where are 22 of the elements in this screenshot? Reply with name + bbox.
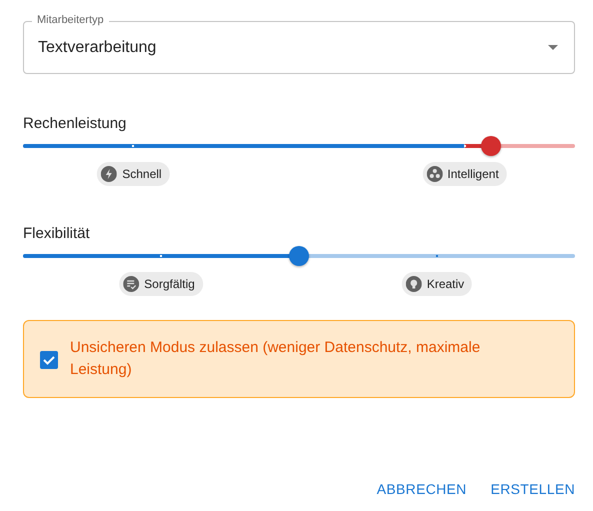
lightbulb-icon: [406, 276, 422, 292]
caret-icon: [548, 45, 558, 50]
select-value: Textverarbeitung: [38, 38, 158, 56]
slider-thumb[interactable]: [289, 246, 309, 266]
select-field[interactable]: Mitarbeitertyp Textverarbeitung: [23, 13, 575, 74]
cancel-button[interactable]: ABBRECHEN: [368, 475, 475, 503]
checkbox[interactable]: [40, 351, 58, 369]
dots-icon: [426, 166, 442, 182]
bolt-icon: [101, 166, 118, 182]
select-label: Mitarbeitertyp: [32, 13, 109, 27]
slider-thumb[interactable]: [481, 136, 502, 156]
mark-chip: Sorgfältig: [119, 272, 203, 296]
mark-chip: Kreativ: [402, 272, 472, 296]
create-button[interactable]: ERSTELLEN: [482, 475, 583, 503]
alert-text: Unsicheren Modus zulassen (weniger Datenschutz, maximale Leistung): [70, 338, 482, 380]
slider-label: Flexibilität: [23, 225, 91, 243]
slider-label: Rechenleistung: [23, 115, 128, 133]
mark-chip: Schnell: [97, 162, 170, 186]
slider-track[interactable]: [23, 246, 575, 266]
mark-chip: Intelligent: [422, 162, 507, 186]
checklist-icon: [123, 276, 140, 292]
slider-track[interactable]: [23, 136, 575, 156]
